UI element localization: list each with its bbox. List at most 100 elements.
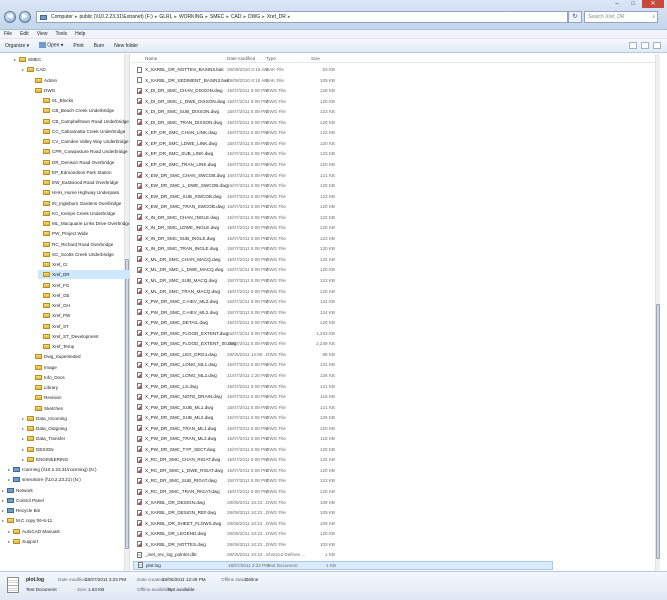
nav-item[interactable]: CC_Cabramatta Creek Underbridge: [38, 127, 129, 136]
file-row[interactable]: X_PW_DR_SMC_SUB_ML2.dwg 15/07/2011 5:08 P…: [133, 413, 553, 422]
nav-item[interactable]: CV_Camden Valley Way Underbridge: [38, 137, 129, 146]
file-row[interactable]: X_EP_DR_SMC_LDWE_LINK.dwg 15/07/2011 5:08…: [133, 139, 553, 148]
nav-item[interactable]: Admin: [30, 76, 129, 85]
nav-item[interactable]: ▸ M.C copy 06-6-11: [2, 516, 122, 525]
file-row[interactable]: X_IN_DR_SMC_LDWE_INGLE.dwg 15/07/2011 5:0…: [133, 223, 553, 232]
nav-item[interactable]: Dwg_Superseded: [30, 352, 129, 361]
nav-item[interactable]: ▸ Network: [2, 486, 122, 495]
file-row[interactable]: X_EP_DR_SMC_TRAN_LINK.dwg 15/07/2011 5:08…: [133, 160, 553, 169]
file-row[interactable]: X_SARBL_DR_SEDIMENT_BASIN3.bak 28/09/2010…: [133, 76, 553, 85]
nav-item[interactable]: ▸ Control Panel: [2, 496, 122, 505]
column-type[interactable]: Type: [266, 56, 276, 61]
expand-arrow-icon[interactable]: ▸: [2, 498, 6, 503]
file-row[interactable]: X_RC_DR_SMC_SUB_RIGAT.dwg 15/07/2011 5:08…: [133, 476, 553, 485]
refresh-icon[interactable]: ↻: [568, 11, 582, 23]
address-bar[interactable]: Computer ▸ public (\\10.2.23.31\Extranet) …: [36, 11, 568, 23]
nav-item[interactable]: ▸ rcarming (\\10.2.23.31\rcarming) (N:): [8, 465, 128, 474]
nav-item[interactable]: ▸ Support: [8, 537, 128, 546]
file-row[interactable]: X_SARBL_DR_DESIGN_REF.dwg 28/09/2011 10:2…: [133, 508, 553, 517]
expand-arrow-icon[interactable]: ▸: [22, 457, 26, 462]
expand-arrow-icon[interactable]: ▸: [14, 57, 18, 62]
expand-arrow-icon[interactable]: ▸: [22, 67, 26, 72]
file-row[interactable]: X_EW_DR_SMC_SUB_SWCOB.dwg 15/07/2011 5:08…: [133, 192, 553, 201]
nav-item[interactable]: CB_Campbelltown Road Underbridge: [38, 117, 129, 126]
nav-item[interactable]: CB_Beach Creek Underbridge: [38, 106, 129, 115]
breadcrumb-segment[interactable]: Xref_DR: [267, 14, 286, 20]
file-row[interactable]: X_IN_DR_SMC_TRAN_INGLE.dwg 15/07/2011 5:0…: [133, 244, 553, 253]
organize-button[interactable]: Organize ▾: [5, 43, 29, 49]
file-row[interactable]: X_RC_DR_SMC_TRAN_RIGAT.dwg 15/07/2011 5:0…: [133, 487, 553, 496]
file-row[interactable]: X_PW_DR_SMC_TRAN_ML2.dwg 15/07/2011 5:08 …: [133, 434, 553, 443]
nav-item[interactable]: HHH_Hume Highway Underpass: [38, 188, 129, 197]
menu-tools[interactable]: Tools: [55, 31, 67, 37]
nav-item[interactable]: KC_Kemps Creek Underbridge: [38, 209, 129, 218]
expand-arrow-icon[interactable]: ▸: [22, 447, 26, 452]
file-row[interactable]: X_SARBL_DR_SHEET_FLOWS.dwg 28/06/2011 10:…: [133, 519, 553, 528]
breadcrumb-chevron-icon[interactable]: ▸: [75, 14, 78, 20]
print-button[interactable]: Print: [73, 43, 83, 49]
file-row[interactable]: plot.log 18/07/2011 3:23 PM Text Document 1…: [133, 560, 553, 570]
search-input[interactable]: Search Xref_DR ⌕: [584, 11, 658, 23]
nav-item[interactable]: EW_Eastwood Road Overbridge: [38, 178, 129, 187]
breadcrumb-segment[interactable]: public (\\10.2.23.31\Extranet) (F:): [79, 14, 152, 20]
file-row[interactable]: X_PW_DR_SMC_TYP_SECT.dwg 15/07/2011 5:08 …: [133, 445, 553, 454]
nav-item[interactable]: Xref_CI: [38, 260, 129, 269]
expand-arrow-icon[interactable]: ▸: [2, 488, 6, 493]
nav-item[interactable]: ▸ smecstore (\\10.2.23.21) (N:): [8, 475, 128, 484]
expand-arrow-icon[interactable]: ▸: [22, 436, 26, 441]
file-row[interactable]: X_RC_DR_SMC_L_DWE_RIGAT.dwg 15/07/2011 5:…: [133, 466, 553, 475]
nav-item[interactable]: ▸ Data_Outgoing: [22, 424, 129, 433]
file-row[interactable]: X_PW_DR_SMC_FLOOD_EXTENT_00.dwg 15/07/201…: [133, 339, 553, 348]
maximize-button[interactable]: □: [626, 0, 640, 8]
breadcrumb-chevron-icon[interactable]: ▸: [243, 14, 246, 20]
expand-arrow-icon[interactable]: ▸: [22, 426, 26, 431]
breadcrumb-chevron-icon[interactable]: ▸: [226, 14, 229, 20]
file-row[interactable]: X_PW_DR_SMC_LEG_DRG4.dwg 29/06/2011 12:58…: [133, 350, 553, 359]
help-icon[interactable]: [653, 42, 661, 49]
expand-arrow-icon[interactable]: ▸: [8, 477, 12, 482]
breadcrumb-chevron-icon[interactable]: ▸: [205, 14, 208, 20]
nav-item[interactable]: ▸ AutoCAD Manuals: [8, 527, 128, 536]
file-row[interactable]: X_PW_DR_SMC_LS.dwg 15/07/2011 5:08 PM DWG …: [133, 382, 553, 391]
expand-arrow-icon[interactable]: ▸: [8, 529, 12, 534]
nav-item[interactable]: RC_Richard Road Overbridge: [38, 240, 129, 249]
nav-item[interactable]: DR_Denison Road Overbridge: [38, 158, 129, 167]
file-row[interactable]: X_PW_DR_SMC_SUB_ML1.dwg 15/07/2011 5:08 P…: [133, 403, 553, 412]
nav-item[interactable]: ▸ Data_Transfer: [22, 434, 129, 443]
nav-item[interactable]: Xref_ST: [38, 322, 129, 331]
nav-item[interactable]: EP_Edmondson Park Station: [38, 168, 129, 177]
file-row[interactable]: X_ML_DR_SMC_CHAN_MACQ.dwg 15/07/2011 5:08…: [133, 255, 553, 264]
expand-arrow-icon[interactable]: ▸: [22, 416, 26, 421]
list-scroll-thumb[interactable]: [656, 304, 660, 559]
breadcrumb-chevron-icon[interactable]: ▸: [155, 14, 158, 20]
view-options-icon[interactable]: [629, 42, 637, 49]
file-row[interactable]: X_PW_DR_SMC_FLOOD_EXTENT.dwg 15/07/2011 5…: [133, 329, 553, 338]
file-row[interactable]: X_ML_DR_SMC_TRAN_MACQ.dwg 15/07/2011 5:08…: [133, 287, 553, 296]
file-row[interactable]: X_RC_DR_SMC_CHAN_RIGAT.dwg 15/07/2011 5:0…: [133, 455, 553, 464]
open-button[interactable]: Open ▾: [39, 42, 63, 49]
forward-icon[interactable]: ▶: [19, 11, 31, 23]
breadcrumb-segment[interactable]: GLRL: [159, 14, 172, 20]
file-row[interactable]: X_EW_DR_SMC_CHAN_SWCOB.dwg 15/07/2011 5:0…: [133, 171, 553, 180]
nav-item[interactable]: Sketches: [30, 404, 129, 413]
file-row[interactable]: X_DI_DR_SMC_CHAN_DIXSON.dwg 15/07/2011 5:…: [133, 86, 553, 95]
preview-pane-icon[interactable]: [641, 42, 649, 49]
file-row[interactable]: X_EW_DR_SMC_L_DWE_SWCOB.dwg 15/07/2011 5:…: [133, 181, 553, 190]
nav-item[interactable]: ▸ Recycle Bin: [2, 506, 122, 515]
nav-item[interactable]: Xref_DR: [38, 270, 129, 280]
file-row[interactable]: X_PW_DR_SMC_LONG_ML1.dwg 15/07/2011 5:08 …: [133, 360, 553, 369]
file-row[interactable]: X_SARBL_DR_LEGEND.dwg 28/06/2011 10:22 ..…: [133, 529, 553, 538]
expand-arrow-icon[interactable]: ▸: [2, 508, 6, 513]
breadcrumb-segment[interactable]: WORKING: [179, 14, 203, 20]
file-row[interactable]: X_IN_DR_SMC_CHAN_INGLE.dwg 15/07/2011 5:0…: [133, 213, 553, 222]
file-row[interactable]: X_EP_DR_SMC_CHAN_LINK.dwg 15/07/2011 5:08…: [133, 128, 553, 137]
menu-file[interactable]: File: [4, 31, 12, 37]
file-row[interactable]: _inet_rev_log_polnter.dbt 28/06/2011 10:2…: [133, 550, 553, 559]
nav-item[interactable]: SC_Scotts Creek Underbridge: [38, 250, 129, 259]
file-row[interactable]: X_PW_DR_SMC_TRAN_ML1.dwg 15/07/2011 5:08 …: [133, 424, 553, 433]
column-name[interactable]: Name: [145, 56, 157, 61]
nav-item[interactable]: Revision: [30, 393, 129, 402]
nav-item[interactable]: Library: [30, 383, 129, 392]
expand-arrow-icon[interactable]: ▸: [2, 518, 6, 523]
menu-help[interactable]: Help: [75, 31, 85, 37]
